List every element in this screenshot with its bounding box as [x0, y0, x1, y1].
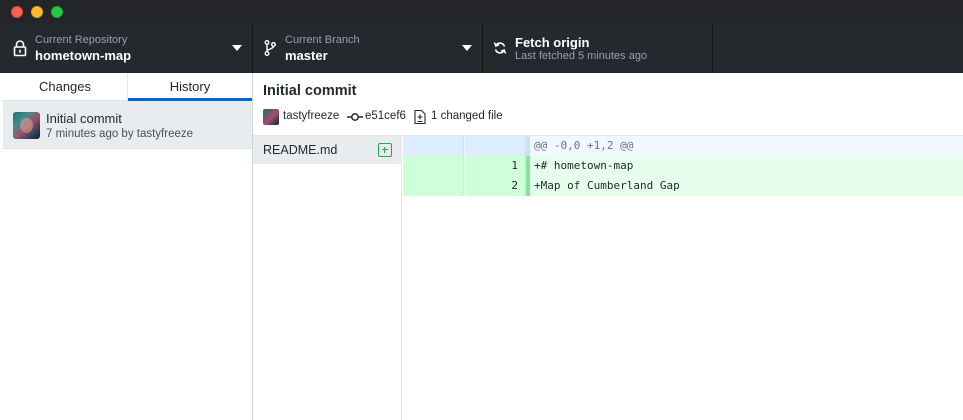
- diff-line-text: +# hometown-map: [534, 159, 634, 172]
- commit-author: tastyfreeze: [283, 110, 340, 122]
- commit-details-pane: Initial commit tastyfreeze e51cef6 1 cha…: [253, 73, 963, 420]
- file-added-icon: [378, 143, 392, 157]
- new-line-gutter: [465, 136, 526, 156]
- diff-line-marker: [526, 136, 530, 156]
- file-diff-icon: [414, 109, 426, 125]
- diff-view: @@ -0,0 +1,2 @@ 1 +# hometown-map 2 +Map…: [403, 136, 963, 196]
- current-repository-button[interactable]: Current Repository hometown-map: [3, 23, 253, 73]
- old-line-gutter: [403, 156, 464, 176]
- commit-list-item[interactable]: Initial commit 7 minutes ago by tastyfre…: [3, 101, 252, 149]
- changed-files-count: 1 changed file: [431, 110, 503, 122]
- commit-sha[interactable]: e51cef6: [365, 110, 406, 122]
- chevron-down-icon: [232, 45, 242, 51]
- commit-meta: 7 minutes ago by tastyfreeze: [46, 128, 194, 140]
- last-fetched-status: Last fetched 5 minutes ago: [515, 50, 648, 62]
- new-line-number: 2: [465, 176, 526, 196]
- current-branch-caption: Current Branch: [285, 34, 360, 46]
- diff-line-text: +Map of Cumberland Gap: [534, 179, 680, 192]
- commit-summary-header: Initial commit tastyfreeze e51cef6 1 cha…: [253, 73, 963, 136]
- current-repository-caption: Current Repository: [35, 34, 128, 46]
- old-line-gutter: [403, 176, 464, 196]
- diff-line-added[interactable]: 2 +Map of Cumberland Gap: [403, 176, 963, 196]
- diff-line-marker: [526, 156, 530, 176]
- avatar: [263, 109, 279, 125]
- toolbar: Current Repository hometown-map Current …: [0, 23, 963, 73]
- file-list-item[interactable]: README.md: [253, 136, 402, 164]
- minimize-window-button[interactable]: [31, 6, 43, 18]
- diff-line-added[interactable]: 1 +# hometown-map: [403, 156, 963, 176]
- git-commit-icon: [347, 113, 363, 121]
- old-line-gutter: [403, 136, 464, 156]
- window-titlebar: [0, 0, 963, 23]
- zoom-window-button[interactable]: [51, 6, 63, 18]
- sidebar-tabs: Changes History: [3, 73, 252, 101]
- hunk-header-text: @@ -0,0 +1,2 @@: [534, 139, 634, 152]
- commit-title: Initial commit: [263, 83, 357, 99]
- changed-files-list: README.md: [253, 136, 402, 420]
- commit-summary: Initial commit: [46, 111, 122, 126]
- avatar: [13, 112, 40, 139]
- tab-changes[interactable]: Changes: [3, 73, 128, 101]
- chevron-down-icon: [462, 45, 472, 51]
- fetch-origin-button[interactable]: Fetch origin Last fetched 5 minutes ago: [483, 23, 713, 73]
- current-repository-name: hometown-map: [35, 48, 132, 63]
- current-branch-button[interactable]: Current Branch master: [253, 23, 483, 73]
- lock-icon: [13, 40, 27, 57]
- diff-hunk-header: @@ -0,0 +1,2 @@: [403, 136, 963, 156]
- sync-icon: [493, 42, 507, 54]
- file-name: README.md: [263, 143, 338, 157]
- diff-line-marker: [526, 176, 530, 196]
- branch-icon: [264, 40, 276, 56]
- current-branch-name: master: [285, 48, 328, 63]
- close-window-button[interactable]: [11, 6, 23, 18]
- fetch-origin-label: Fetch origin: [515, 35, 590, 50]
- sidebar: Changes History Initial commit 7 minutes…: [3, 73, 253, 420]
- new-line-number: 1: [465, 156, 526, 176]
- tab-history[interactable]: History: [128, 73, 252, 101]
